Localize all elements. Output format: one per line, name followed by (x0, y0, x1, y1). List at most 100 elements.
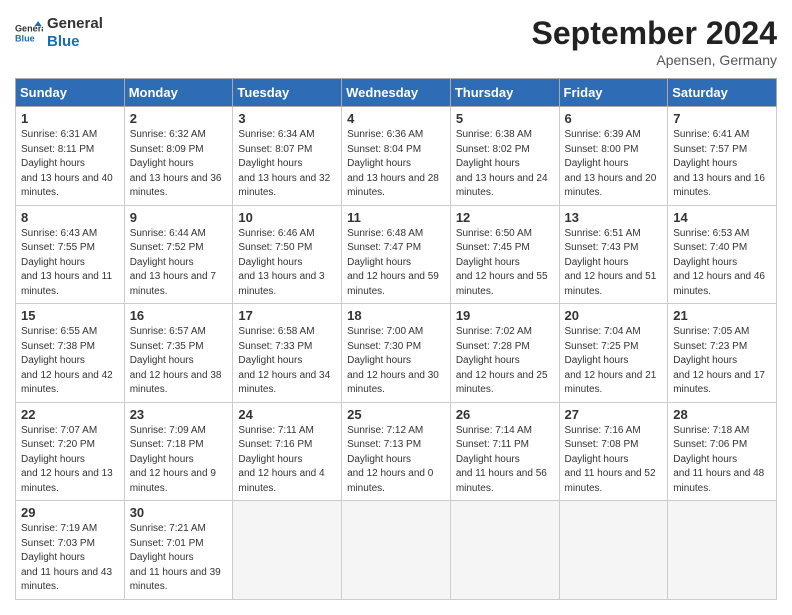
day-info: Sunrise: 7:16 AMSunset: 7:08 PMDaylight … (565, 424, 663, 497)
calendar-cell: 24 Sunrise: 7:11 AMSunset: 7:16 PMDaylig… (233, 402, 342, 501)
day-number: 20 (565, 308, 663, 323)
calendar-week-2: 8 Sunrise: 6:43 AMSunset: 7:55 PMDayligh… (16, 205, 777, 304)
calendar-cell: 29 Sunrise: 7:19 AMSunset: 7:03 PMDaylig… (16, 501, 125, 600)
day-info: Sunrise: 7:11 AMSunset: 7:16 PMDaylight … (238, 424, 336, 497)
calendar-cell: 16 Sunrise: 6:57 AMSunset: 7:35 PMDaylig… (124, 304, 233, 403)
day-info: Sunrise: 6:41 AMSunset: 7:57 PMDaylight … (673, 128, 771, 201)
day-number: 22 (21, 407, 119, 422)
day-number: 17 (238, 308, 336, 323)
day-info: Sunrise: 7:19 AMSunset: 7:03 PMDaylight … (21, 522, 119, 595)
calendar-table: SundayMondayTuesdayWednesdayThursdayFrid… (15, 78, 777, 600)
calendar-cell: 23 Sunrise: 7:09 AMSunset: 7:18 PMDaylig… (124, 402, 233, 501)
day-info: Sunrise: 6:50 AMSunset: 7:45 PMDaylight … (456, 227, 554, 300)
day-info: Sunrise: 7:07 AMSunset: 7:20 PMDaylight … (21, 424, 119, 497)
day-info: Sunrise: 6:46 AMSunset: 7:50 PMDaylight … (238, 227, 336, 300)
calendar-cell: 28 Sunrise: 7:18 AMSunset: 7:06 PMDaylig… (668, 402, 777, 501)
calendar-cell: 18 Sunrise: 7:00 AMSunset: 7:30 PMDaylig… (342, 304, 451, 403)
day-info: Sunrise: 7:12 AMSunset: 7:13 PMDaylight … (347, 424, 445, 497)
calendar-cell: 17 Sunrise: 6:58 AMSunset: 7:33 PMDaylig… (233, 304, 342, 403)
day-info: Sunrise: 6:57 AMSunset: 7:35 PMDaylight … (130, 325, 228, 398)
svg-text:Blue: Blue (15, 33, 35, 43)
day-number: 12 (456, 210, 554, 225)
header-friday: Friday (559, 79, 668, 107)
day-info: Sunrise: 7:14 AMSunset: 7:11 PMDaylight … (456, 424, 554, 497)
day-number: 16 (130, 308, 228, 323)
day-number: 18 (347, 308, 445, 323)
day-info: Sunrise: 7:05 AMSunset: 7:23 PMDaylight … (673, 325, 771, 398)
calendar-cell: 15 Sunrise: 6:55 AMSunset: 7:38 PMDaylig… (16, 304, 125, 403)
day-info: Sunrise: 7:21 AMSunset: 7:01 PMDaylight … (130, 522, 228, 595)
calendar-cell: 6 Sunrise: 6:39 AMSunset: 8:00 PMDayligh… (559, 107, 668, 206)
header-monday: Monday (124, 79, 233, 107)
day-info: Sunrise: 6:32 AMSunset: 8:09 PMDaylight … (130, 128, 228, 201)
day-info: Sunrise: 6:44 AMSunset: 7:52 PMDaylight … (130, 227, 228, 300)
day-number: 1 (21, 111, 119, 126)
calendar-cell: 10 Sunrise: 6:46 AMSunset: 7:50 PMDaylig… (233, 205, 342, 304)
calendar-cell: 20 Sunrise: 7:04 AMSunset: 7:25 PMDaylig… (559, 304, 668, 403)
calendar-cell: 22 Sunrise: 7:07 AMSunset: 7:20 PMDaylig… (16, 402, 125, 501)
day-number: 29 (21, 505, 119, 520)
calendar-cell: 30 Sunrise: 7:21 AMSunset: 7:01 PMDaylig… (124, 501, 233, 600)
month-title: September 2024 (532, 15, 777, 52)
day-info: Sunrise: 7:00 AMSunset: 7:30 PMDaylight … (347, 325, 445, 398)
day-number: 28 (673, 407, 771, 422)
logo-icon: General Blue (15, 19, 43, 47)
calendar-cell: 7 Sunrise: 6:41 AMSunset: 7:57 PMDayligh… (668, 107, 777, 206)
day-info: Sunrise: 6:55 AMSunset: 7:38 PMDaylight … (21, 325, 119, 398)
day-number: 9 (130, 210, 228, 225)
calendar-cell: 25 Sunrise: 7:12 AMSunset: 7:13 PMDaylig… (342, 402, 451, 501)
day-info: Sunrise: 7:18 AMSunset: 7:06 PMDaylight … (673, 424, 771, 497)
calendar-week-1: 1 Sunrise: 6:31 AMSunset: 8:11 PMDayligh… (16, 107, 777, 206)
day-number: 3 (238, 111, 336, 126)
day-info: Sunrise: 7:04 AMSunset: 7:25 PMDaylight … (565, 325, 663, 398)
calendar-cell: 2 Sunrise: 6:32 AMSunset: 8:09 PMDayligh… (124, 107, 233, 206)
day-number: 15 (21, 308, 119, 323)
calendar-cell: 3 Sunrise: 6:34 AMSunset: 8:07 PMDayligh… (233, 107, 342, 206)
calendar-cell: 27 Sunrise: 7:16 AMSunset: 7:08 PMDaylig… (559, 402, 668, 501)
day-info: Sunrise: 6:39 AMSunset: 8:00 PMDaylight … (565, 128, 663, 201)
day-number: 11 (347, 210, 445, 225)
calendar-cell: 9 Sunrise: 6:44 AMSunset: 7:52 PMDayligh… (124, 205, 233, 304)
day-info: Sunrise: 6:51 AMSunset: 7:43 PMDaylight … (565, 227, 663, 300)
calendar-week-5: 29 Sunrise: 7:19 AMSunset: 7:03 PMDaylig… (16, 501, 777, 600)
title-area: September 2024 Apensen, Germany (532, 15, 777, 68)
calendar-week-4: 22 Sunrise: 7:07 AMSunset: 7:20 PMDaylig… (16, 402, 777, 501)
day-info: Sunrise: 6:31 AMSunset: 8:11 PMDaylight … (21, 128, 119, 201)
calendar-cell: 5 Sunrise: 6:38 AMSunset: 8:02 PMDayligh… (450, 107, 559, 206)
calendar-cell (342, 501, 451, 600)
day-number: 7 (673, 111, 771, 126)
calendar-cell (559, 501, 668, 600)
day-number: 14 (673, 210, 771, 225)
day-number: 24 (238, 407, 336, 422)
day-info: Sunrise: 6:43 AMSunset: 7:55 PMDaylight … (21, 227, 119, 300)
logo: General Blue General Blue (15, 15, 103, 51)
day-number: 5 (456, 111, 554, 126)
day-number: 25 (347, 407, 445, 422)
calendar-cell: 26 Sunrise: 7:14 AMSunset: 7:11 PMDaylig… (450, 402, 559, 501)
day-info: Sunrise: 6:34 AMSunset: 8:07 PMDaylight … (238, 128, 336, 201)
day-number: 8 (21, 210, 119, 225)
header: General Blue General Blue September 2024… (15, 15, 777, 68)
calendar-week-3: 15 Sunrise: 6:55 AMSunset: 7:38 PMDaylig… (16, 304, 777, 403)
calendar-cell: 8 Sunrise: 6:43 AMSunset: 7:55 PMDayligh… (16, 205, 125, 304)
day-number: 27 (565, 407, 663, 422)
day-number: 2 (130, 111, 228, 126)
day-number: 30 (130, 505, 228, 520)
header-saturday: Saturday (668, 79, 777, 107)
calendar-cell: 13 Sunrise: 6:51 AMSunset: 7:43 PMDaylig… (559, 205, 668, 304)
header-sunday: Sunday (16, 79, 125, 107)
day-info: Sunrise: 7:09 AMSunset: 7:18 PMDaylight … (130, 424, 228, 497)
day-number: 23 (130, 407, 228, 422)
calendar-cell (668, 501, 777, 600)
day-info: Sunrise: 6:36 AMSunset: 8:04 PMDaylight … (347, 128, 445, 201)
calendar-cell: 1 Sunrise: 6:31 AMSunset: 8:11 PMDayligh… (16, 107, 125, 206)
logo-subtext: Blue (47, 33, 103, 51)
header-wednesday: Wednesday (342, 79, 451, 107)
location-title: Apensen, Germany (532, 52, 777, 68)
day-number: 10 (238, 210, 336, 225)
day-number: 4 (347, 111, 445, 126)
day-number: 26 (456, 407, 554, 422)
day-number: 21 (673, 308, 771, 323)
calendar-cell: 12 Sunrise: 6:50 AMSunset: 7:45 PMDaylig… (450, 205, 559, 304)
calendar-cell: 11 Sunrise: 6:48 AMSunset: 7:47 PMDaylig… (342, 205, 451, 304)
